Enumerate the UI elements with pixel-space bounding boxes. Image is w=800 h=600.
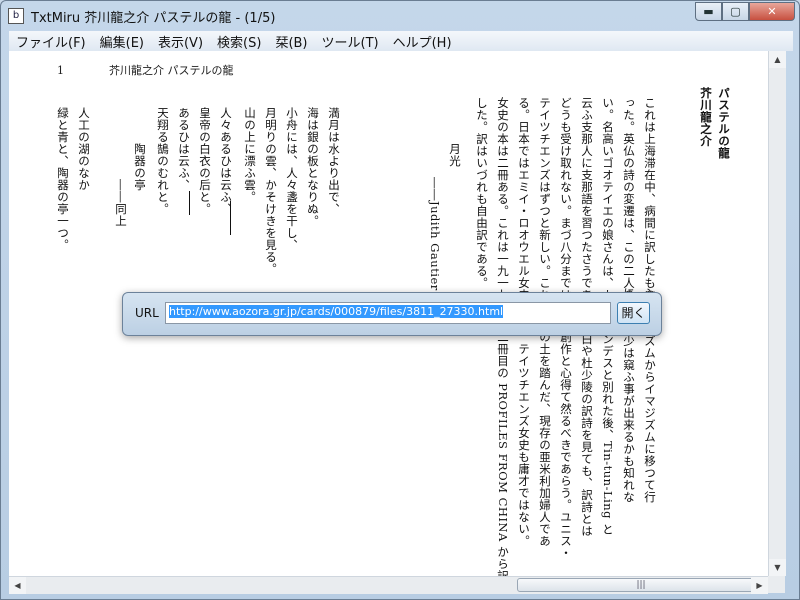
- poem-line: 人工の湖のなか: [77, 107, 91, 191]
- judith-gautier-attribution: ――Judith Gautier: [428, 177, 442, 291]
- scroll-down-icon[interactable]: ▼: [769, 559, 786, 576]
- prose-column: る。日本ではエミイ・ロオウエル女史が: [517, 97, 531, 313]
- prose-column: った。英仏の詩の変遷は、この二人の女: [622, 97, 636, 313]
- menu-bookmark[interactable]: 栞(B): [268, 32, 314, 51]
- poem-line: 人々あるひは云ふ、: [219, 107, 233, 215]
- poem-attribution: ――同上: [114, 179, 128, 227]
- scroll-left-icon[interactable]: ◀: [9, 577, 26, 594]
- app-book-icon: b: [8, 8, 24, 24]
- prose-column: 創作と心得て然るべきであらう。ユニス・: [559, 331, 573, 559]
- story-title: パステルの龍: [717, 87, 731, 159]
- menu-tools[interactable]: ツール(T): [315, 32, 386, 51]
- menu-file[interactable]: ファイル(F): [9, 32, 93, 51]
- poem-line: 皇帝の白衣の后と。: [198, 107, 212, 215]
- poem-line: 海は銀の板となりぬ。: [306, 107, 320, 227]
- poem-line: あるひは云ふ、: [177, 107, 191, 191]
- menu-bar: ファイル(F) 編集(E) 表示(V) 検索(S) 栞(B) ツール(T) ヘル…: [9, 31, 793, 51]
- prose-column: これは上海滞在中、病間に訳したもの: [643, 97, 657, 301]
- scroll-right-icon[interactable]: ▶: [751, 577, 768, 594]
- poem-line: 小舟には、人々盞を干し、: [285, 107, 299, 251]
- menu-view[interactable]: 表示(V): [151, 32, 210, 51]
- url-input-value: http://www.aozora.gr.jp/cards/000879/fil…: [169, 305, 504, 318]
- close-button[interactable]: ✕: [749, 2, 795, 21]
- prose-column: 云ふ支那人に支那語を習つたさうである: [580, 97, 594, 313]
- title-bar[interactable]: b TxtMiru 芥川龍之介 パステルの龍 - (1/5) ▬ ▢ ✕: [1, 1, 800, 31]
- window-title: TxtMiru 芥川龍之介 パステルの龍 - (1/5): [31, 11, 276, 26]
- prose-column: 太白や杜少陵の訳詩を見ても、訳詩とは: [580, 321, 594, 537]
- open-button[interactable]: 開く: [617, 302, 650, 324]
- poem-title: 月光: [448, 143, 462, 167]
- page-header: 芥川龍之介 パステルの龍: [109, 64, 234, 77]
- horizontal-scrollbar[interactable]: ◀ ||| ▶: [9, 576, 768, 594]
- prose-column: 二冊目の PROFILES FROM CHINA から訳: [496, 331, 510, 576]
- scrollbar-corner: [768, 576, 785, 593]
- vertical-scrollbar[interactable]: ▲ ▼: [768, 51, 786, 576]
- url-label: URL: [135, 306, 159, 320]
- prose-column: した。訳はいづれも自由訳である。: [475, 97, 489, 289]
- poem-title: 陶器の亭: [133, 143, 147, 191]
- poem-line: 満月は水より出で、: [327, 107, 341, 215]
- prose-column: テイツチエンズはずつと新しい。これは: [538, 97, 552, 313]
- page-number: 1: [57, 64, 64, 77]
- app-window: b TxtMiru 芥川龍之介 パステルの龍 - (1/5) ▬ ▢ ✕ ファイ…: [0, 0, 800, 600]
- minimize-button[interactable]: ▬: [695, 2, 722, 21]
- poem-line: 緑と青と、陶器の亭一つ。: [56, 107, 70, 251]
- dash-line: [189, 191, 190, 215]
- prose-column: の土を踏んだ、現存の亜米利加婦人であ: [538, 331, 552, 547]
- url-dialog: URL http://www.aozora.gr.jp/cards/000879…: [122, 292, 662, 336]
- prose-column: どうも受け取れない。まづ八分までは女: [559, 97, 573, 313]
- prose-column: マンデスと別れた後、Tin-tun-Ling と: [601, 321, 615, 536]
- prose-column: 、テイツチエンズ女史も庸才ではない。: [517, 331, 531, 547]
- story-author: 芥川龍之介: [699, 87, 713, 147]
- menu-search[interactable]: 検索(S): [210, 32, 268, 51]
- maximize-button[interactable]: ▢: [722, 2, 749, 21]
- prose-column: い。名高いゴオテイエの娘さんは、カテ: [601, 97, 615, 313]
- url-input[interactable]: http://www.aozora.gr.jp/cards/000879/fil…: [165, 302, 611, 324]
- poem-line: 天翔る鵠のむれと。: [156, 107, 170, 215]
- menu-edit[interactable]: 編集(E): [93, 32, 151, 51]
- poem-line: 月明りの雲、かそけきを見る。: [264, 107, 278, 275]
- horizontal-scroll-thumb[interactable]: |||: [517, 578, 765, 592]
- menu-help[interactable]: ヘルプ(H): [386, 32, 459, 51]
- poem-line: 山の上に漂ふ雲。: [243, 107, 257, 203]
- window-controls: ▬ ▢ ✕: [695, 2, 795, 22]
- prose-column: 女史の本は二冊ある。これは一九一七年: [496, 97, 510, 313]
- dash-line: [230, 201, 231, 235]
- scroll-up-icon[interactable]: ▲: [769, 51, 786, 68]
